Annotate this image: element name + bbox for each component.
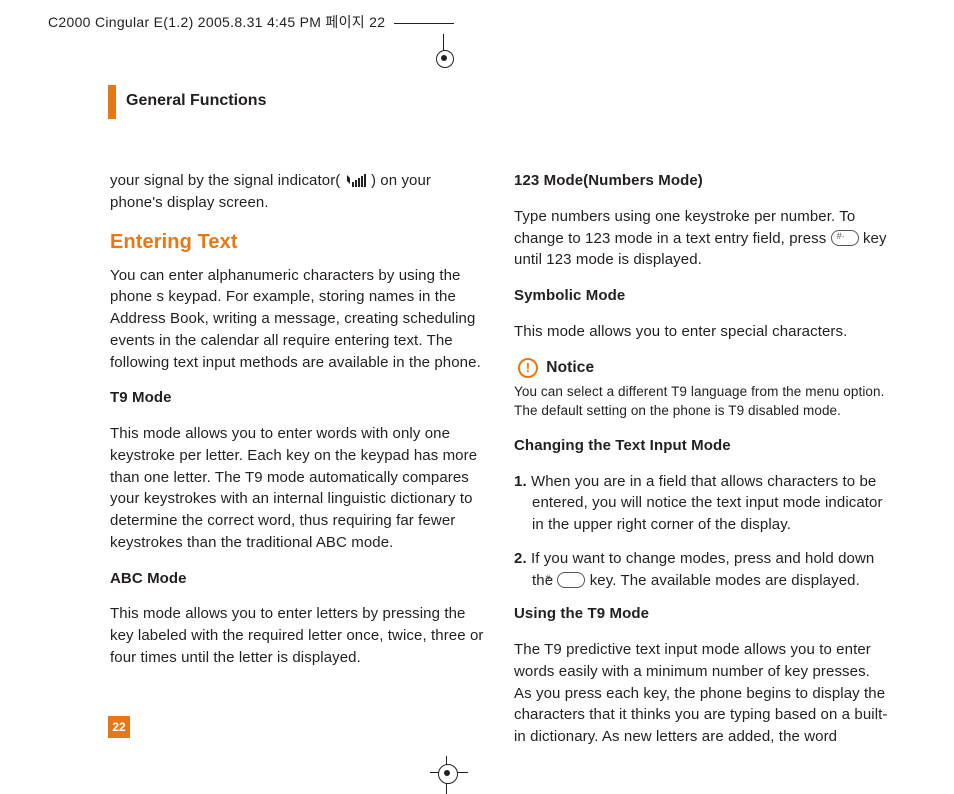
mode-123-heading: 123 Mode(Numbers Mode) — [514, 170, 888, 192]
abc-mode-heading: ABC Mode — [110, 568, 484, 590]
hash-key-icon — [557, 572, 585, 588]
using-t9-heading: Using the T9 Mode — [514, 603, 888, 625]
signal-text-pre: your signal by the signal indicator( — [110, 172, 345, 189]
step-2-number: 2. — [514, 550, 527, 567]
signal-bars-icon — [345, 174, 367, 188]
crop-mark-ring — [436, 50, 454, 68]
step-1-body: When you are in a field that allows char… — [527, 473, 883, 534]
using-t9-body: The T9 predictive text input mode allows… — [514, 639, 888, 748]
changing-mode-steps: 1. When you are in a field that allows c… — [514, 471, 888, 592]
entering-text-body: You can enter alphanumeric characters by… — [110, 265, 484, 374]
header-meta-line: C2000 Cingular E(1.2) 2005.8.31 4:45 PM … — [48, 12, 454, 32]
mode-123-pre: Type numbers using one keystroke per num… — [514, 208, 855, 247]
footer-crop-mark — [430, 756, 468, 794]
notice-row: ! Notice — [518, 357, 888, 379]
notice-label: Notice — [546, 359, 594, 376]
symbolic-mode-body: This mode allows you to enter special ch… — [514, 321, 888, 343]
header-rule — [394, 23, 454, 24]
section-title: General Functions — [126, 92, 266, 110]
step-1-number: 1. — [514, 473, 527, 490]
page-number-badge: 22 — [108, 716, 130, 738]
changing-mode-heading: Changing the Text Input Mode — [514, 435, 888, 457]
step-2: 2. If you want to change modes, press an… — [514, 548, 888, 592]
t9-mode-heading: T9 Mode — [110, 387, 484, 409]
notice-body: You can select a different T9 language f… — [514, 383, 888, 421]
section-accent-bar — [108, 85, 116, 119]
symbolic-mode-heading: Symbolic Mode — [514, 285, 888, 307]
abc-mode-body: This mode allows you to enter letters by… — [110, 603, 484, 668]
column-left: your signal by the signal indicator( ) o… — [110, 170, 484, 762]
notice-icon: ! — [518, 358, 538, 378]
meta-text: C2000 Cingular E(1.2) 2005.8.31 4:45 PM … — [48, 14, 385, 30]
step-2-body-post: key. The available modes are displayed. — [585, 572, 859, 589]
t9-mode-body: This mode allows you to enter words with… — [110, 423, 484, 554]
signal-paragraph: your signal by the signal indicator( ) o… — [110, 170, 484, 214]
column-right: 123 Mode(Numbers Mode) Type numbers usin… — [514, 170, 888, 762]
hash-key-icon — [831, 230, 859, 246]
entering-text-heading: Entering Text — [110, 228, 484, 257]
mode-123-body: Type numbers using one keystroke per num… — [514, 206, 888, 271]
step-1: 1. When you are in a field that allows c… — [514, 471, 888, 536]
